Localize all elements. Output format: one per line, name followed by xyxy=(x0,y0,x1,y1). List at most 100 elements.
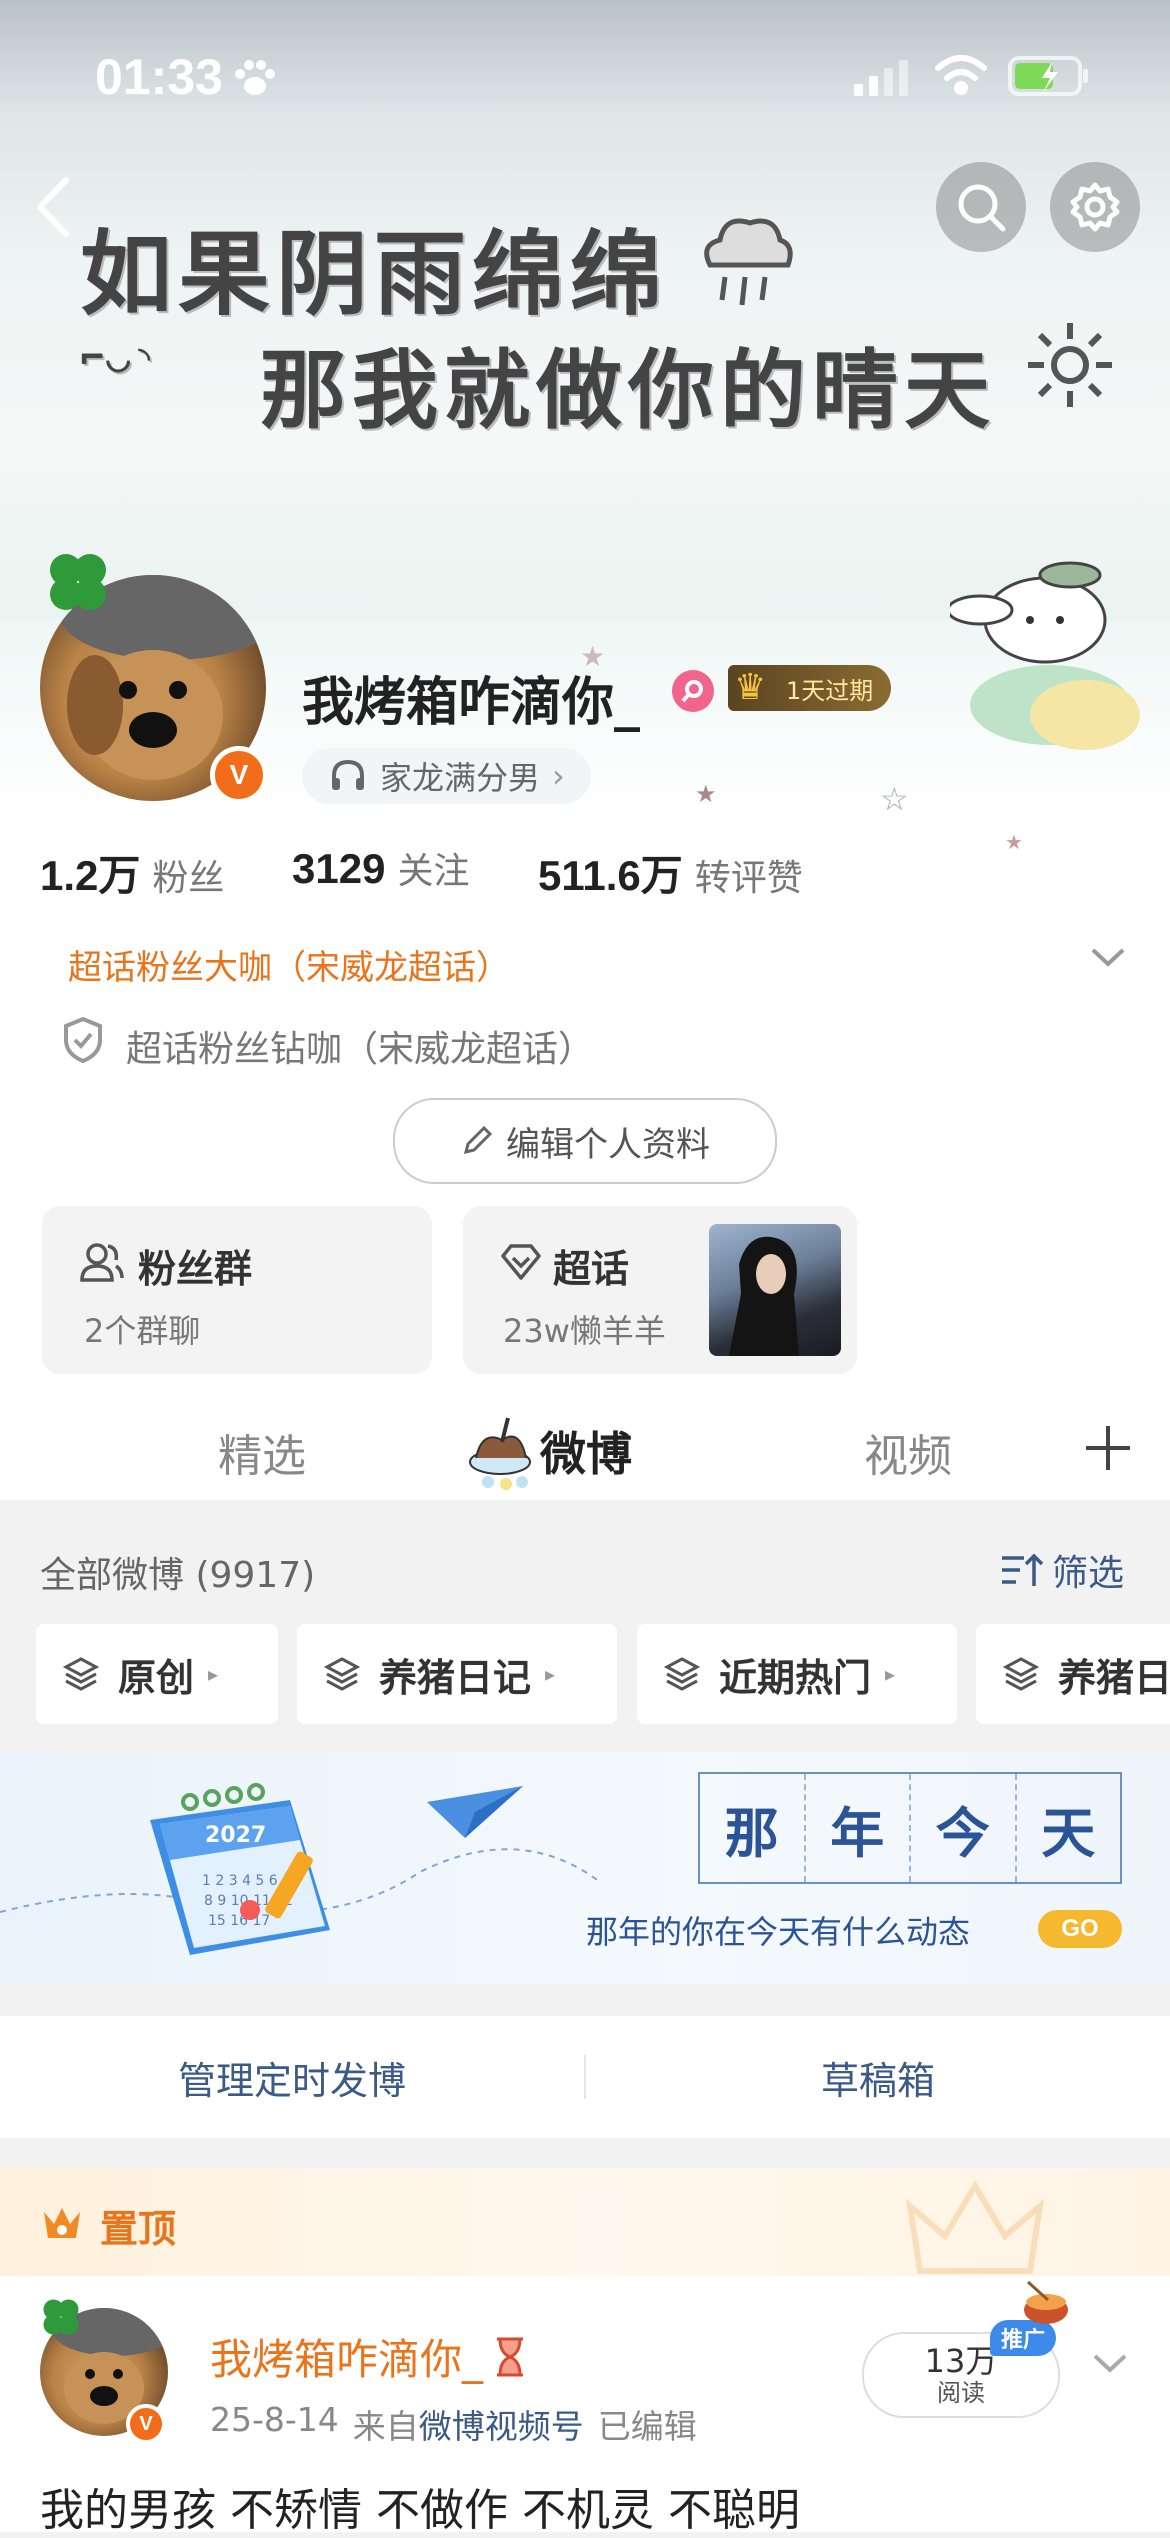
chip-label: 原创 xyxy=(118,1655,195,1700)
chevron-down-icon xyxy=(1091,948,1125,967)
fan-group-subtitle: 2个群聊 xyxy=(84,1312,201,1350)
layers-icon xyxy=(663,1657,701,1691)
all-posts-label[interactable]: 全部微博 (9917) xyxy=(40,1546,315,1598)
supertopic-thumbnail xyxy=(709,1224,841,1356)
verified-badge: V xyxy=(126,2404,166,2444)
chevron-left-icon xyxy=(37,177,69,237)
caret-right-icon: ▸ xyxy=(545,1662,556,1686)
people-icon xyxy=(80,1243,124,1282)
status-bar: 01:33 xyxy=(0,0,1170,150)
supertopic-card[interactable]: 超话 23w懒羊羊 xyxy=(463,1206,857,1374)
cloud-rain-icon xyxy=(690,205,800,319)
pinned-header: 置顶 xyxy=(0,2168,1170,2276)
post-text: 我的男孩 不矫情 不做作 不机灵 不聪明 xyxy=(40,2485,800,2536)
tab-weibo-decoration xyxy=(462,1410,542,1494)
memory-title-grid: 那 年 今 天 xyxy=(698,1772,1122,1884)
chip-pig-diary-2[interactable]: 养猪日 xyxy=(976,1624,1170,1724)
memory-banner[interactable]: 20271 2 3 4 5 68 9 10 11 1215 16 17 那 年 … xyxy=(0,1752,1170,1984)
tab-video[interactable]: 视频 xyxy=(864,1420,952,1484)
post-author[interactable]: 我烤箱咋滴你_ xyxy=(210,2326,529,2387)
tab-weibo[interactable]: 微博 xyxy=(540,1418,632,1484)
fan-group-title: 粉丝群 xyxy=(138,1247,253,1291)
headphones-icon xyxy=(332,759,364,790)
svg-text:15 16 17: 15 16 17 xyxy=(208,1913,270,1929)
sun-icon xyxy=(1020,315,1120,419)
scheduled-posts-button[interactable]: 管理定时发博 xyxy=(0,2050,584,2105)
chevron-down-icon xyxy=(1093,2354,1127,2373)
filter-icon xyxy=(1002,1553,1044,1586)
stat-following[interactable]: 3129 关注 xyxy=(292,842,469,894)
chip-recent-hot[interactable]: 近期热门 ▸ xyxy=(637,1624,957,1724)
layers-icon xyxy=(62,1657,100,1691)
profile-section: ★ ★ ☆ ★ V 我烤箱咋滴你_ ♛ 1天过期 家龙满分男 › 1.2万 粉丝… xyxy=(0,554,1170,1500)
tab-featured[interactable]: 精选 xyxy=(218,1420,306,1484)
following-count: 3129 xyxy=(292,845,386,892)
banner-line2: 那我就做你的晴天 xyxy=(260,341,996,441)
crown-icon xyxy=(40,2202,84,2246)
status-time: 01:33 xyxy=(95,49,223,105)
post-menu-button[interactable] xyxy=(1090,2348,1130,2382)
caret-right-icon: ▸ xyxy=(208,1662,219,1686)
clover-icon xyxy=(36,2292,86,2346)
signal-icon xyxy=(852,58,912,100)
supertopic-title: 超话粉丝大咖（宋威龙超话） xyxy=(68,948,510,988)
wifi-icon xyxy=(934,54,988,100)
layers-icon xyxy=(323,1657,361,1691)
username: 我烤箱咋滴你_ xyxy=(302,673,641,733)
stat-engagement[interactable]: 511.6万 转评赞 xyxy=(538,842,803,903)
cinnamoroll-decoration xyxy=(946,540,1160,764)
filter-button[interactable]: 筛选 xyxy=(1000,1544,1124,1596)
following-label: 关注 xyxy=(397,851,470,892)
edit-profile-label: 编辑个人资料 xyxy=(506,1124,710,1165)
star-decoration: ☆ xyxy=(880,780,909,818)
profile-tag[interactable]: 家龙满分男 › xyxy=(302,748,591,804)
stat-followers[interactable]: 1.2万 粉丝 xyxy=(40,842,224,903)
post-author-name: 我烤箱咋滴你_ xyxy=(210,2335,484,2384)
calendar-year: 2027 xyxy=(205,1823,266,1848)
settings-button[interactable] xyxy=(1050,162,1140,252)
back-button[interactable] xyxy=(28,172,78,246)
drafts-button[interactable]: 草稿箱 xyxy=(586,2050,1170,2105)
diamond-icon xyxy=(501,1244,541,1280)
followers-count: 1.2万 xyxy=(40,852,141,899)
memory-title-char: 天 xyxy=(1041,1800,1096,1865)
action-row: 管理定时发博 草稿箱 xyxy=(0,2016,1170,2138)
membership-badge[interactable]: ♛ 1天过期 xyxy=(728,665,892,711)
star-decoration: ★ xyxy=(695,780,717,808)
memory-title-char: 年 xyxy=(806,1774,911,1882)
post-date: 25-8-14 xyxy=(210,2400,339,2439)
chip-original[interactable]: 原创 ▸ xyxy=(36,1624,278,1724)
membership-expiry: 1天过期 xyxy=(786,676,874,705)
profile-tag-label: 家龙满分男 xyxy=(380,759,541,797)
post-edited: 已编辑 xyxy=(597,2407,697,2446)
engagement-count: 511.6万 xyxy=(538,852,683,899)
search-button[interactable] xyxy=(936,162,1026,252)
chip-label: 近期热门 xyxy=(719,1655,872,1700)
paw-icon xyxy=(232,56,278,102)
clover-icon xyxy=(38,542,118,626)
memory-title-char: 今 xyxy=(911,1774,1017,1882)
hotpot-icon xyxy=(1018,2278,1074,2334)
chip-pig-diary[interactable]: 养猪日记 ▸ xyxy=(297,1624,617,1724)
expand-button[interactable] xyxy=(1088,942,1128,976)
edit-profile-button[interactable]: 编辑个人资料 xyxy=(393,1098,777,1184)
gear-icon xyxy=(1070,182,1120,232)
post-source-link[interactable]: 微博视频号 xyxy=(419,2407,584,2446)
memory-subtitle: 那年的你在今天有什么动态 xyxy=(586,1913,971,1951)
add-tab-button[interactable] xyxy=(1082,1422,1134,1478)
supertopic-card-title: 超话 xyxy=(553,1247,630,1291)
go-button[interactable]: GO xyxy=(1038,1910,1122,1948)
banner-line1: 如果阴雨绵绵 xyxy=(80,221,669,328)
gender-icon xyxy=(672,670,714,712)
calendar-icon: 20271 2 3 4 5 68 9 10 11 1215 16 17 xyxy=(130,1780,360,1974)
crown-icon: ♛ xyxy=(734,667,767,708)
post-source-prefix: 来自 xyxy=(352,2407,419,2446)
followers-label: 粉丝 xyxy=(152,858,225,899)
pinned-post: 置顶 V 我烤箱咋滴你_ 25-8-14 来自微博视频号 已编辑 13万 阅读 … xyxy=(0,2168,1170,2536)
post-meta: 25-8-14 来自微博视频号 已编辑 xyxy=(210,2400,697,2448)
supertopic-card-subtitle: 23w懒羊羊 xyxy=(503,1312,666,1350)
svg-text:1 2 3 4 5 6: 1 2 3 4 5 6 xyxy=(202,1873,278,1889)
fan-group-card[interactable]: 粉丝群 2个群聊 xyxy=(42,1206,432,1374)
hourglass-icon xyxy=(497,2337,524,2376)
chip-label: 养猪日记 xyxy=(379,1655,532,1700)
